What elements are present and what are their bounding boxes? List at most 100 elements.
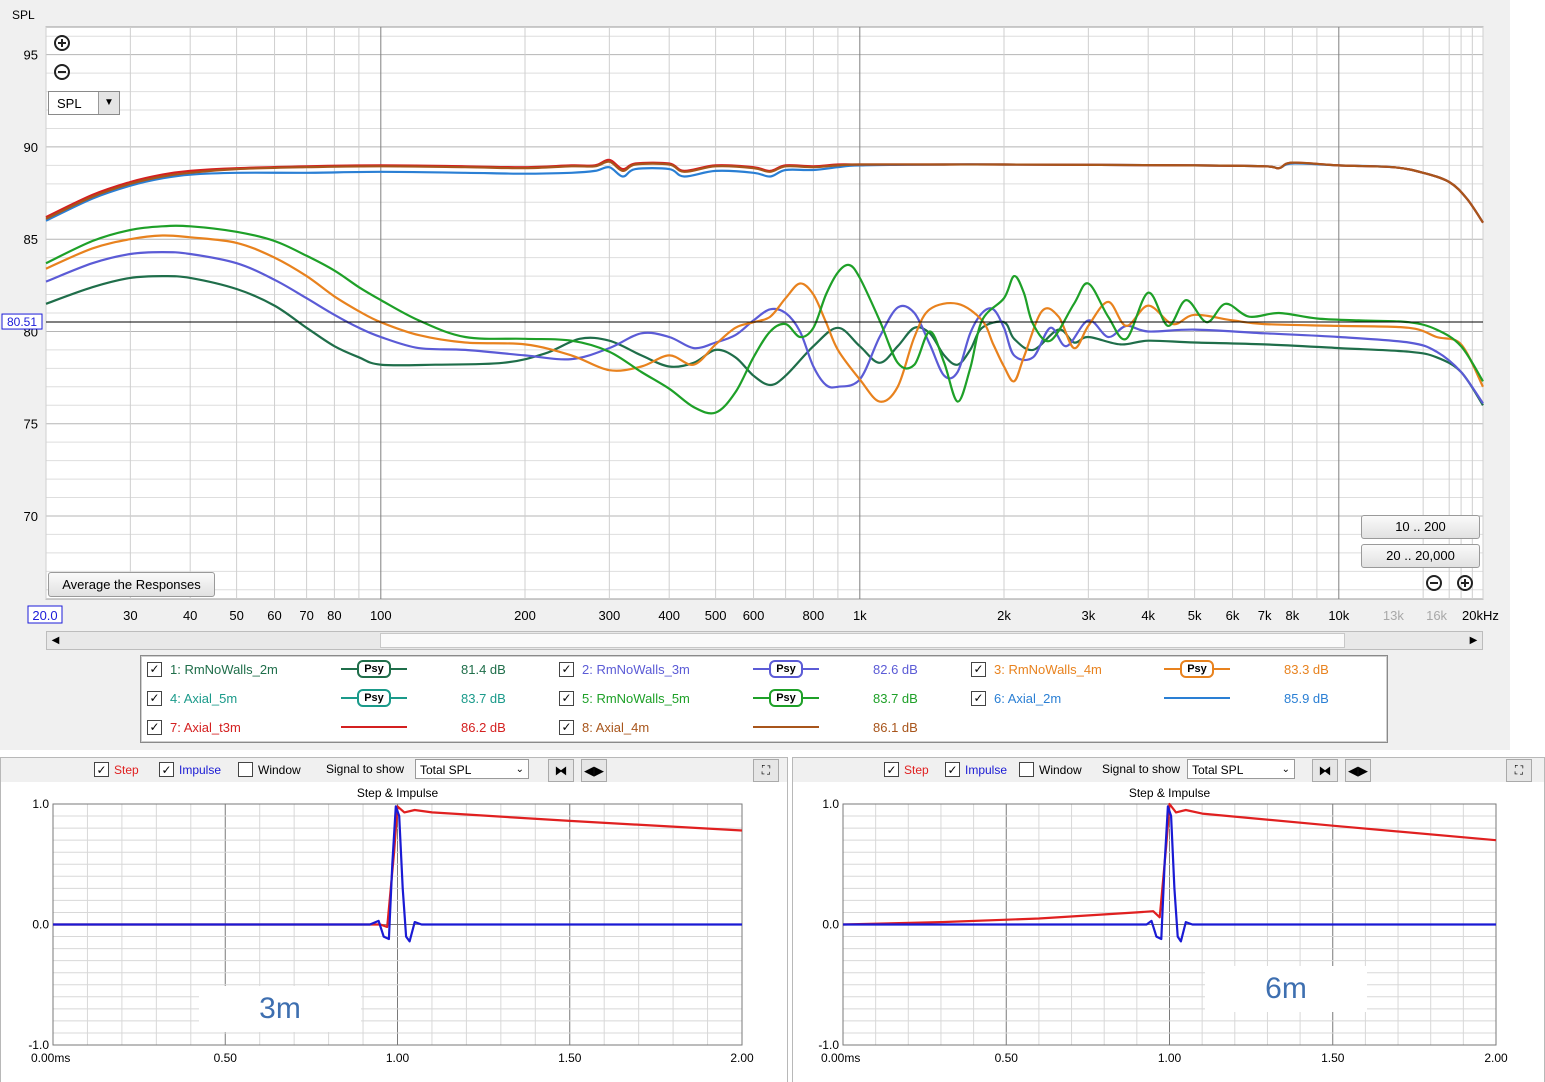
legend-item[interactable]: ✓ 3: RmNoWalls_4m (971, 658, 1102, 680)
maximize-icon[interactable]: ⛶ (1506, 759, 1532, 782)
impulse-toggle[interactable]: ✓ Impulse (159, 762, 221, 777)
legend-swatch[interactable]: Psy (341, 689, 407, 707)
x-start-value: 20.0 (32, 608, 57, 623)
collapse-icon[interactable]: ⧓ (1312, 759, 1338, 782)
legend-item[interactable]: ✓ 1: RmNoWalls_2m (147, 658, 278, 680)
scroll-thumb[interactable] (380, 633, 1345, 648)
legend-label: 6: Axial_2m (994, 690, 1062, 706)
step-label: Step (114, 762, 139, 777)
y-tick-label: 75 (24, 417, 38, 432)
legend-checkbox[interactable]: ✓ (559, 690, 574, 706)
psy-badge: Psy (357, 689, 391, 707)
legend-item[interactable]: ✓ 8: Axial_4m (559, 716, 649, 738)
step-toggle[interactable]: ✓ Step (884, 762, 929, 777)
legend-value: 85.9 dB (1284, 691, 1329, 706)
legend-checkbox[interactable]: ✓ (147, 719, 162, 735)
impulse-label: Impulse (179, 762, 222, 777)
legend-checkbox[interactable]: ✓ (559, 661, 574, 677)
distance-label: 6m (1205, 966, 1367, 1012)
signal-select[interactable]: Total SPL ⌄ (415, 759, 529, 779)
x-tick-label: 600 (743, 608, 765, 623)
window-toggle[interactable]: Window (1019, 762, 1082, 777)
step-impulse-panel-3m: ✓ Step ✓ Impulse Window Signal to show Tot… (0, 757, 788, 1082)
chevron-down-icon[interactable]: ▼ (98, 92, 119, 114)
scroll-left-icon[interactable]: ◀ (47, 632, 64, 649)
legend-label: 4: Axial_5m (170, 690, 238, 706)
x-tick-label: 2.00 (1484, 1051, 1508, 1065)
x-tick-label: 16k (1426, 608, 1447, 623)
signal-label: Signal to show (1102, 762, 1181, 776)
legend-checkbox[interactable]: ✓ (147, 661, 162, 677)
expand-icon[interactable]: ◀▶ (581, 759, 607, 782)
legend-value: 81.4 dB (461, 662, 506, 677)
signal-select-value: Total SPL (1192, 763, 1244, 777)
legend-item[interactable]: ✓ 6: Axial_2m (971, 687, 1061, 709)
step-checkbox[interactable]: ✓ (94, 762, 109, 777)
horizontal-scrollbar[interactable]: ◀ ▶ (46, 631, 1483, 650)
y-axis-label: SPL (12, 8, 35, 22)
legend-item[interactable]: ✓ 4: Axial_5m (147, 687, 237, 709)
y-tick-label: 70 (24, 509, 38, 524)
legend-swatch[interactable] (341, 719, 407, 735)
step-impulse-chart: Step & Impulse 1.0 0.0 -1.00.00ms 0.50 1.00 1.… (1, 782, 787, 1082)
x-tick-label: 7k (1258, 608, 1272, 623)
x-tick-label: 0.00ms (821, 1051, 860, 1065)
psy-badge: Psy (769, 689, 803, 707)
toolbar: ✓ Step ✓ Impulse Window Signal to show Tot… (1, 758, 787, 782)
step-checkbox[interactable]: ✓ (884, 762, 899, 777)
legend-checkbox[interactable]: ✓ (971, 690, 986, 706)
legend-label: 5: RmNoWalls_5m (582, 690, 690, 706)
impulse-toggle[interactable]: ✓ Impulse (945, 762, 1007, 777)
maximize-icon[interactable]: ⛶ (753, 759, 779, 782)
x-tick-label: 200 (514, 608, 536, 623)
range-20-20000-button[interactable]: 20 .. 20,000 (1361, 544, 1480, 568)
legend-swatch[interactable]: Psy (341, 660, 407, 678)
average-responses-button[interactable]: Average the Responses (48, 572, 215, 597)
legend: ✓ 1: RmNoWalls_2m Psy 81.4 dB ✓ 2: RmNoWalls_… (140, 655, 1388, 743)
step-impulse-chart: Step & Impulse 1.0 0.0 -1.00.00ms 0.50 1.00 1.… (793, 782, 1544, 1082)
x-tick-label: 1.50 (1321, 1051, 1345, 1065)
legend-value: 86.2 dB (461, 720, 506, 735)
window-toggle[interactable]: Window (238, 762, 301, 777)
legend-checkbox[interactable]: ✓ (559, 719, 574, 735)
legend-swatch[interactable] (753, 719, 819, 735)
legend-item[interactable]: ✓ 5: RmNoWalls_5m (559, 687, 690, 709)
legend-item[interactable]: ✓ 7: Axial_t3m (147, 716, 241, 738)
legend-swatch[interactable]: Psy (1164, 660, 1230, 678)
legend-value: 86.1 dB (873, 720, 918, 735)
x-tick-label: 0.50 (214, 1051, 238, 1065)
y-tick-label: 85 (24, 232, 38, 247)
impulse-checkbox[interactable]: ✓ (159, 762, 174, 777)
y-tick-label: -1.0 (818, 1038, 839, 1052)
step-toggle[interactable]: ✓ Step (94, 762, 139, 777)
legend-checkbox[interactable]: ✓ (147, 690, 162, 706)
signal-select-value: Total SPL (420, 763, 472, 777)
mode-select-value: SPL (57, 96, 82, 111)
legend-swatch[interactable]: Psy (753, 660, 819, 678)
mode-select[interactable]: SPL ▼ (48, 91, 120, 115)
legend-value: 83.3 dB (1284, 662, 1329, 677)
legend-checkbox[interactable]: ✓ (971, 661, 986, 677)
cursor-value: 80.51 (7, 315, 37, 329)
scroll-right-icon[interactable]: ▶ (1465, 632, 1482, 649)
x-tick-label: 500 (705, 608, 727, 623)
chevron-down-icon: ⌄ (515, 764, 524, 775)
impulse-label: Impulse (965, 762, 1008, 777)
expand-icon[interactable]: ◀▶ (1345, 759, 1371, 782)
x-tick-label: 0.00ms (31, 1051, 70, 1065)
x-tick-label: 800 (803, 608, 825, 623)
window-checkbox[interactable] (238, 762, 253, 777)
x-tick-label: 80 (327, 608, 341, 623)
psy-badge: Psy (1180, 660, 1214, 678)
y-ticks: 959085807570 (24, 48, 38, 524)
legend-swatch[interactable] (1164, 690, 1230, 706)
x-tick-label: 1k (853, 608, 867, 623)
range-10-200-button[interactable]: 10 .. 200 (1361, 515, 1480, 539)
signal-select[interactable]: Total SPL ⌄ (1187, 759, 1295, 779)
legend-swatch[interactable]: Psy (753, 689, 819, 707)
legend-label: 3: RmNoWalls_4m (994, 661, 1102, 677)
impulse-checkbox[interactable]: ✓ (945, 762, 960, 777)
collapse-icon[interactable]: ⧓ (548, 759, 574, 782)
legend-item[interactable]: ✓ 2: RmNoWalls_3m (559, 658, 690, 680)
window-checkbox[interactable] (1019, 762, 1034, 777)
